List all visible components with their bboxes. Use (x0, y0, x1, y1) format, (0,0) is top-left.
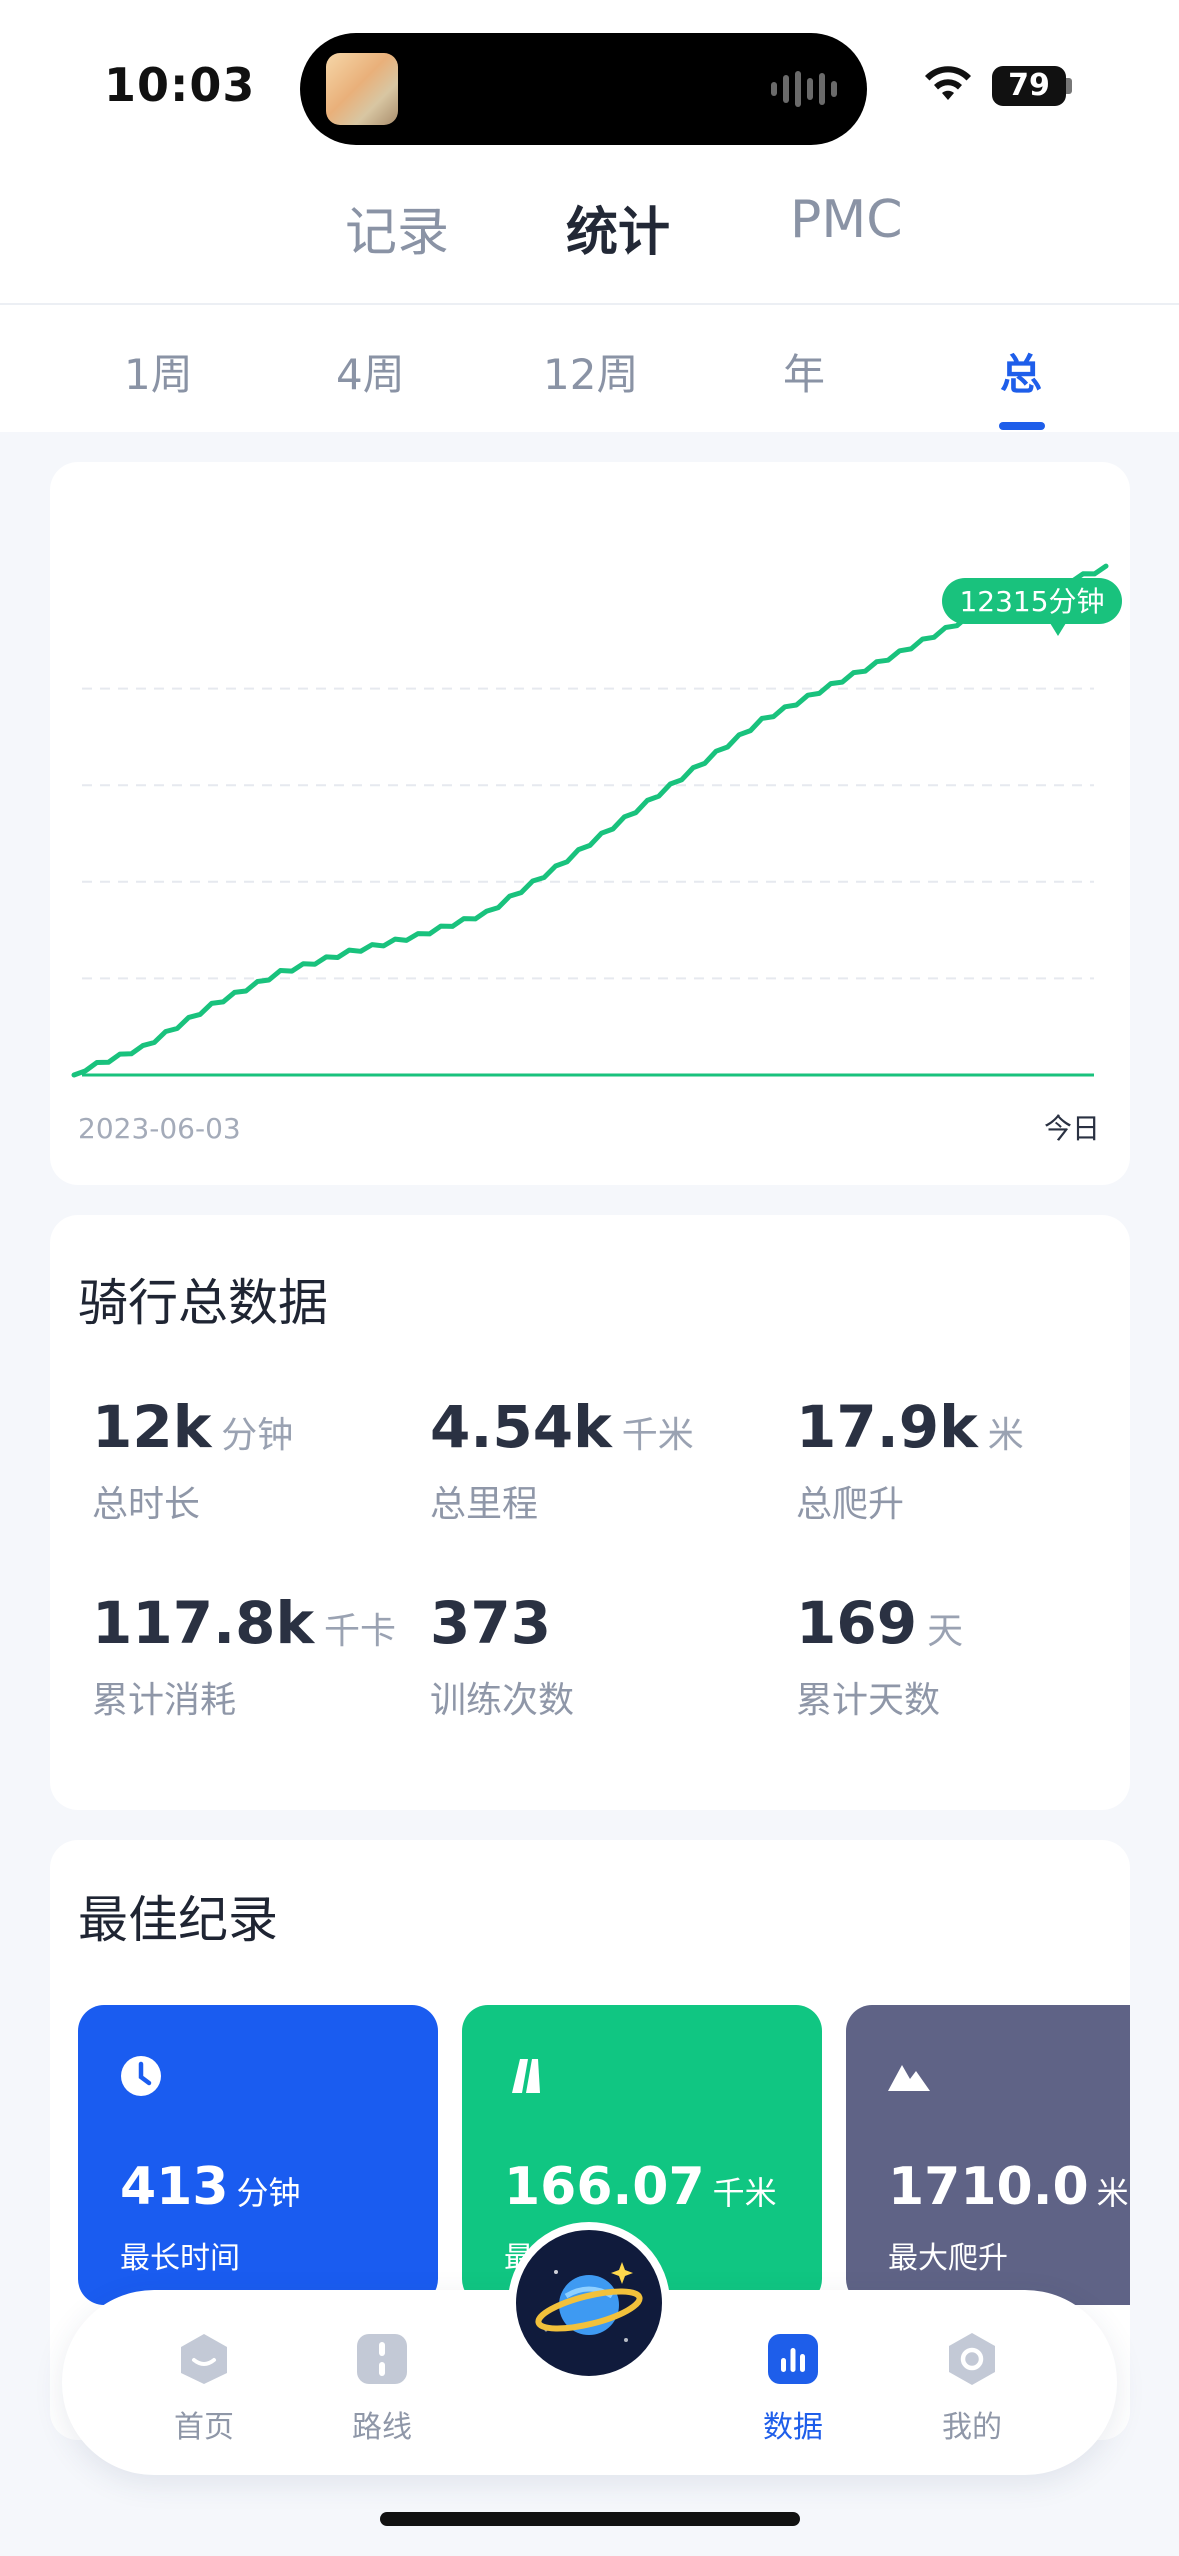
stat-label: 总爬升 (796, 1484, 905, 1525)
route-icon (357, 2334, 407, 2384)
stat-unit: 千卡 (324, 1611, 397, 1652)
clock-icon (121, 2056, 161, 2096)
tab-profile[interactable]: 我的 (917, 2330, 1027, 2446)
stat-training-count: 373 训练次数 (430, 1589, 574, 1723)
stat-value: 17.9k (796, 1393, 978, 1461)
cumulative-line-chart[interactable]: 12315分钟 2023-06-03 今日 (50, 462, 1130, 1185)
stat-total-calories: 117.8k 千卡 累计消耗 (92, 1589, 396, 1723)
best-unit: 米 (1096, 2174, 1129, 2212)
cumulative-chart-card: 12315分钟 2023-06-03 今日 (50, 462, 1130, 1185)
stat-unit: 米 (987, 1415, 1024, 1456)
stat-label: 累计天数 (796, 1680, 941, 1721)
stat-value: 117.8k (92, 1589, 315, 1657)
wifi-icon (925, 66, 971, 100)
stat-total-days: 169 天 累计天数 (796, 1589, 963, 1723)
chart-series-line (71, 563, 1109, 1078)
best-tile-max-climb[interactable]: 1710.0 米 最大爬升 (846, 2005, 1130, 2305)
period-tab-12-weeks[interactable]: 12周 (543, 341, 638, 402)
status-bar: 10:03 79 (0, 0, 1179, 160)
tab-home[interactable]: 首页 (149, 2330, 259, 2446)
audio-wave-icon (771, 71, 837, 107)
top-tabs: 记录 统计 PMC (0, 160, 1179, 305)
stat-label: 总时长 (92, 1484, 201, 1525)
best-records-title: 最佳纪录 (78, 1891, 278, 1949)
dynamic-island[interactable] (300, 33, 867, 145)
best-unit: 分钟 (236, 2174, 301, 2212)
best-number: 166.07 (504, 2157, 705, 2217)
tab-records[interactable]: 记录 (345, 190, 449, 265)
tab-statistics[interactable]: 统计 (566, 190, 670, 265)
ride-summary-card: 骑行总数据 12k 分钟 总时长 4.54k 千米 总里程 17.9k 米 总爬升 1… (50, 1215, 1130, 1810)
chart-end-date: 今日 (1044, 1112, 1100, 1145)
home-indicator (380, 2512, 800, 2526)
stat-total-distance: 4.54k 千米 总里程 (430, 1393, 694, 1527)
best-value: 166.07 千米 (504, 2157, 777, 2217)
tab-data[interactable]: 数据 (738, 2330, 848, 2446)
stat-label: 训练次数 (430, 1680, 575, 1721)
best-value: 1710.0 米 (888, 2157, 1129, 2217)
stat-unit: 千米 (621, 1415, 694, 1456)
period-tab-total[interactable]: 总 (1000, 341, 1042, 402)
planet-icon (535, 2262, 643, 2342)
center-action-button[interactable] (508, 2222, 670, 2384)
stat-total-duration: 12k 分钟 总时长 (92, 1393, 293, 1527)
tab-label: 数据 (763, 2410, 823, 2445)
stat-value: 4.54k (430, 1393, 612, 1461)
tooltip-label: 12315分钟 (959, 585, 1104, 618)
best-value: 413 分钟 (120, 2157, 301, 2217)
tab-label: 首页 (174, 2410, 234, 2445)
status-time: 10:03 (104, 58, 256, 112)
best-tile-longest-time[interactable]: 413 分钟 最长时间 (78, 2005, 438, 2305)
period-tab-year[interactable]: 年 (783, 341, 825, 402)
summary-title: 骑行总数据 (78, 1274, 328, 1332)
chart-tooltip: 12315分钟 (942, 578, 1122, 636)
period-tab-1-week[interactable]: 1周 (124, 341, 193, 402)
chart-start-date: 2023-06-03 (78, 1112, 241, 1145)
best-number: 413 (120, 2157, 229, 2217)
home-icon (181, 2334, 227, 2384)
stat-unit: 分钟 (221, 1415, 294, 1456)
stat-label: 总里程 (430, 1484, 539, 1525)
profile-icon (949, 2333, 995, 2385)
tab-pmc[interactable]: PMC (790, 190, 903, 250)
battery-indicator: 79 (992, 66, 1066, 106)
tab-route[interactable]: 路线 (327, 2330, 437, 2446)
period-tab-indicator (999, 422, 1045, 430)
best-label: 最长时间 (120, 2241, 240, 2276)
tab-label: 路线 (352, 2410, 412, 2445)
period-tabs: 1周 4周 12周 年 总 (0, 305, 1179, 432)
now-playing-artwork (326, 53, 398, 125)
battery-cap (1066, 78, 1072, 94)
best-unit: 千米 (712, 2174, 777, 2212)
best-label: 最大爬升 (888, 2241, 1008, 2276)
mountain-icon (888, 2065, 930, 2091)
road-icon (512, 2059, 540, 2093)
period-tab-4-weeks[interactable]: 4周 (336, 341, 405, 402)
tooltip-arrow (1050, 623, 1066, 636)
chart-grid (82, 687, 1094, 980)
stat-unit: 天 (927, 1611, 964, 1652)
best-number: 1710.0 (888, 2157, 1089, 2217)
stat-value: 12k (92, 1393, 212, 1461)
stat-label: 累计消耗 (92, 1680, 237, 1721)
chart-icon (768, 2334, 818, 2384)
stat-value: 373 (430, 1589, 552, 1657)
stat-value: 169 (796, 1589, 918, 1657)
tab-label: 我的 (942, 2410, 1002, 2445)
stat-total-climb: 17.9k 米 总爬升 (796, 1393, 1024, 1527)
